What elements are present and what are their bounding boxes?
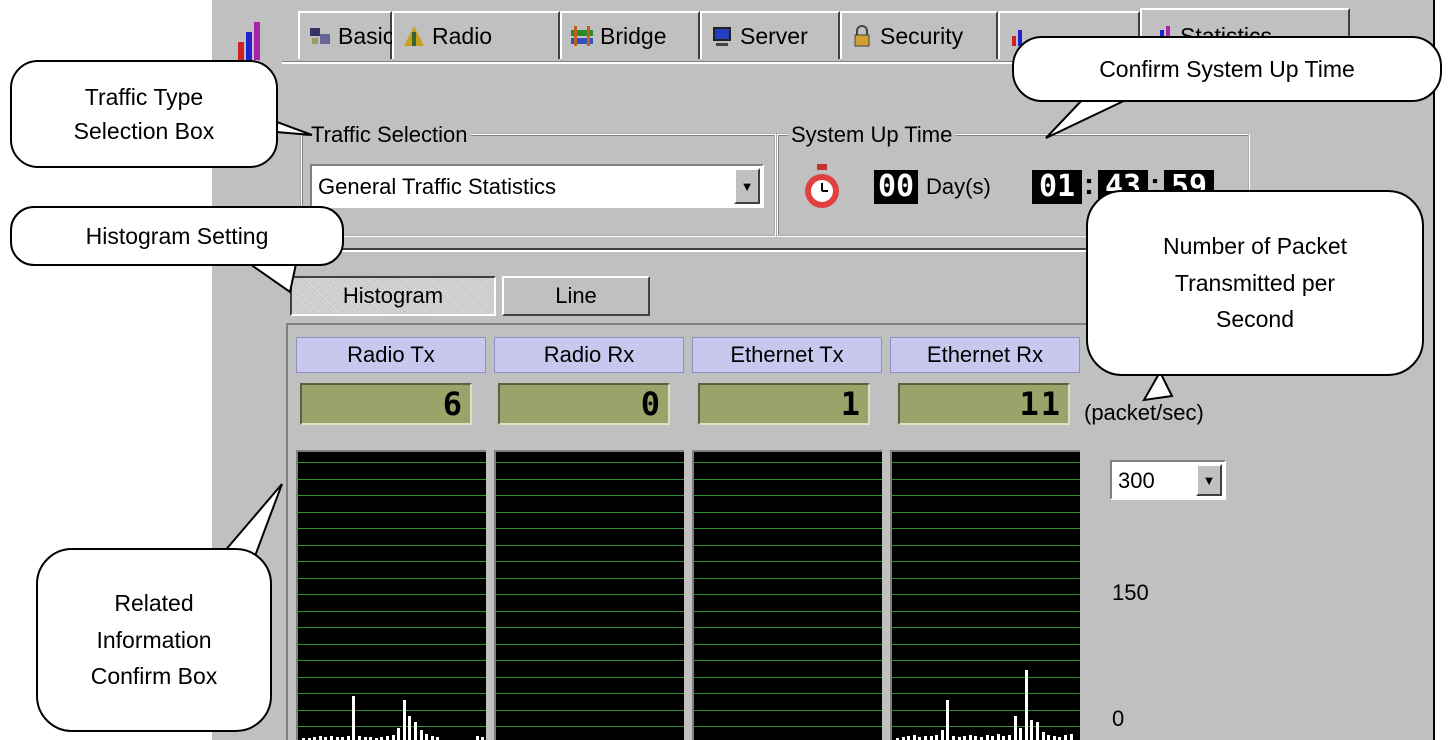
- callout-traffic-type: Traffic Type Selection Box: [10, 60, 278, 168]
- callout-confirm-uptime: Confirm System Up Time: [1012, 36, 1442, 102]
- callout-packet-rate: Number of Packet Transmitted per Second: [1086, 190, 1424, 376]
- callout-related-info: Related Information Confirm Box: [36, 548, 272, 732]
- callout-histogram-setting: Histogram Setting: [10, 206, 344, 266]
